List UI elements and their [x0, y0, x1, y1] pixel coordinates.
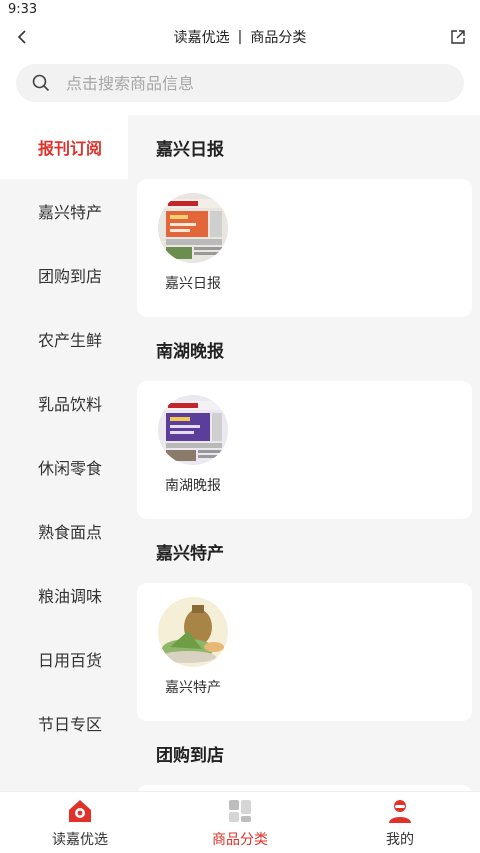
- sidebar-item-label: 熟食面点: [38, 523, 103, 542]
- product-card: 嘉兴特产: [137, 583, 472, 721]
- sidebar-item-label: 乳品饮料: [38, 395, 103, 414]
- sidebar-item-label: 粮油调味: [38, 587, 103, 606]
- category-main: 报刊订阅 嘉兴特产 团购到店 农产生鲜 乳品饮料 休闲零食 熟食面点 粮油调味 …: [0, 115, 480, 791]
- search-icon: [30, 72, 52, 94]
- product-item-jiaxing-specialty[interactable]: 嘉兴特产: [157, 597, 229, 697]
- sidebar-item-label: 日用百货: [38, 651, 103, 670]
- tab-label: 商品分类: [212, 831, 268, 848]
- newspaper-thumb: [158, 395, 228, 465]
- search-box[interactable]: [16, 64, 464, 102]
- section-title: 南湖晚报: [156, 341, 224, 362]
- sidebar-item-grain-oil[interactable]: 粮油调味: [0, 563, 128, 627]
- home-icon: [66, 797, 94, 825]
- tab-home[interactable]: 读嘉优选: [0, 792, 160, 853]
- product-card: 嘉兴日报: [137, 179, 472, 317]
- tab-category[interactable]: 商品分类: [160, 792, 320, 853]
- category-icon: [226, 797, 254, 825]
- tab-mine[interactable]: 我的: [320, 792, 480, 853]
- sidebar-item-daily-goods[interactable]: 日用百货: [0, 627, 128, 691]
- sidebar-item-newspaper[interactable]: 报刊订阅: [0, 115, 128, 179]
- title-separator: |: [237, 29, 243, 45]
- sidebar-item-holiday[interactable]: 节日专区: [0, 691, 128, 755]
- back-button[interactable]: [12, 27, 32, 47]
- sidebar-item-label: 休闲零食: [38, 459, 103, 478]
- category-sidebar: 报刊订阅 嘉兴特产 团购到店 农产生鲜 乳品饮料 休闲零食 熟食面点 粮油调味 …: [0, 115, 128, 791]
- sidebar-item-label: 农产生鲜: [38, 331, 103, 350]
- sidebar-item-jiaxing-specialty[interactable]: 嘉兴特产: [0, 179, 128, 243]
- sidebar-item-label: 团购到店: [38, 267, 103, 286]
- sidebar-item-dairy-drinks[interactable]: 乳品饮料: [0, 371, 128, 435]
- sidebar-item-snacks[interactable]: 休闲零食: [0, 435, 128, 499]
- sidebar-item-fresh-produce[interactable]: 农产生鲜: [0, 307, 128, 371]
- search-input[interactable]: [66, 73, 450, 93]
- section-title: 嘉兴日报: [156, 139, 224, 160]
- user-icon: [386, 797, 414, 825]
- sidebar-item-deli[interactable]: 熟食面点: [0, 499, 128, 563]
- category-content: 嘉兴日报 嘉兴日报 南湖晚报 南湖晚报 嘉兴特产 嘉兴特产 团购到店: [128, 115, 480, 791]
- search-bar: [0, 52, 480, 112]
- product-card: 南湖晚报: [137, 381, 472, 519]
- product-label: 嘉兴日报: [165, 276, 221, 292]
- sidebar-item-label: 报刊订阅: [38, 139, 103, 158]
- share-button[interactable]: [448, 27, 468, 47]
- status-time: 9:33: [8, 2, 38, 17]
- product-item-jiaxing-daily[interactable]: 嘉兴日报: [157, 193, 229, 293]
- newspaper-thumb: [158, 193, 228, 263]
- product-label: 嘉兴特产: [165, 680, 221, 696]
- sidebar-item-label: 嘉兴特产: [38, 203, 103, 222]
- title-app: 读嘉优选: [173, 30, 230, 46]
- share-icon: [451, 30, 465, 44]
- section-title: 嘉兴特产: [156, 543, 224, 564]
- title-page: 商品分类: [250, 30, 307, 46]
- tab-label: 我的: [386, 831, 414, 848]
- sidebar-item-label: 节日专区: [38, 715, 103, 734]
- product-item-nanhu-evening[interactable]: 南湖晚报: [157, 395, 229, 495]
- status-bar: 9:33: [0, 0, 480, 22]
- tab-label: 读嘉优选: [52, 831, 108, 848]
- nav-bar: 读嘉优选 | 商品分类: [0, 22, 480, 52]
- chevron-left-icon: [17, 30, 26, 44]
- page-title: 读嘉优选 | 商品分类: [174, 27, 307, 47]
- bottom-tab-bar: 读嘉优选 商品分类 我的: [0, 791, 480, 853]
- zongzi-thumb: [158, 597, 228, 667]
- section-title: 团购到店: [156, 745, 224, 766]
- sidebar-item-group-buy[interactable]: 团购到店: [0, 243, 128, 307]
- product-label: 南湖晚报: [165, 478, 221, 494]
